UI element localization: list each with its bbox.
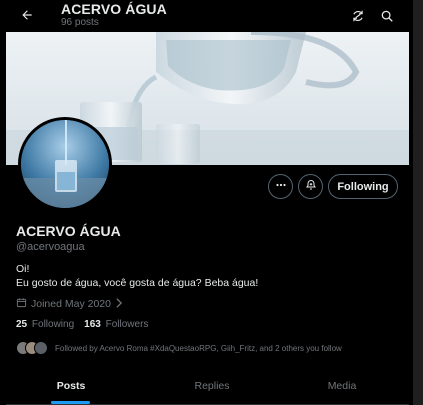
following-count: 25 bbox=[16, 319, 28, 330]
bio-line-1: Oi! bbox=[16, 263, 30, 275]
sync-icon[interactable] bbox=[347, 5, 369, 27]
search-icon[interactable] bbox=[376, 5, 398, 27]
followers-label: Followers bbox=[105, 319, 149, 330]
posts-count: 96 posts bbox=[61, 17, 99, 28]
notification-plus-icon bbox=[305, 178, 317, 196]
scrollbar-gutter[interactable] bbox=[413, 0, 423, 405]
profile-tabs: Posts Replies Media bbox=[6, 368, 409, 405]
profile-page: ACERVO ÁGUA 96 posts Following ACERVO ÁG… bbox=[0, 0, 423, 405]
more-button[interactable] bbox=[268, 174, 293, 199]
tab-posts[interactable]: Posts bbox=[51, 368, 91, 404]
avatar-image bbox=[21, 120, 109, 208]
followed-by-text: Followed by Acervo Roma #XdaQuestaoRPG, … bbox=[55, 343, 342, 353]
following-link[interactable]: 25 Following bbox=[16, 319, 74, 330]
back-arrow-icon[interactable] bbox=[16, 4, 38, 26]
tab-media[interactable]: Media bbox=[320, 368, 364, 404]
following-button[interactable]: Following bbox=[328, 174, 398, 199]
more-icon bbox=[275, 178, 287, 196]
profile-avatar[interactable] bbox=[18, 117, 112, 211]
active-tab-indicator bbox=[51, 401, 90, 404]
top-bar: ACERVO ÁGUA 96 posts bbox=[6, 0, 409, 32]
notifications-button[interactable] bbox=[298, 174, 323, 199]
bio-line-2: Eu gosto de água, você gosta de água? Be… bbox=[16, 277, 259, 289]
page-title: ACERVO ÁGUA bbox=[61, 1, 167, 17]
profile-name: ACERVO ÁGUA bbox=[16, 223, 121, 239]
tab-replies[interactable]: Replies bbox=[184, 368, 240, 404]
followed-by[interactable]: Followed by Acervo Roma #XdaQuestaoRPG, … bbox=[16, 339, 342, 357]
chevron-right-icon[interactable] bbox=[115, 297, 123, 311]
profile-handle: @acervoagua bbox=[16, 241, 85, 253]
followers-count: 163 bbox=[84, 319, 101, 330]
profile-stats: 25 Following 163 Followers bbox=[16, 319, 148, 330]
follower-avatar bbox=[34, 341, 48, 355]
followers-link[interactable]: 163 Followers bbox=[84, 319, 148, 330]
calendar-icon bbox=[16, 297, 27, 311]
joined-text: Joined May 2020 bbox=[31, 298, 111, 310]
following-label: Following bbox=[31, 319, 75, 330]
joined-date: Joined May 2020 bbox=[16, 297, 123, 311]
